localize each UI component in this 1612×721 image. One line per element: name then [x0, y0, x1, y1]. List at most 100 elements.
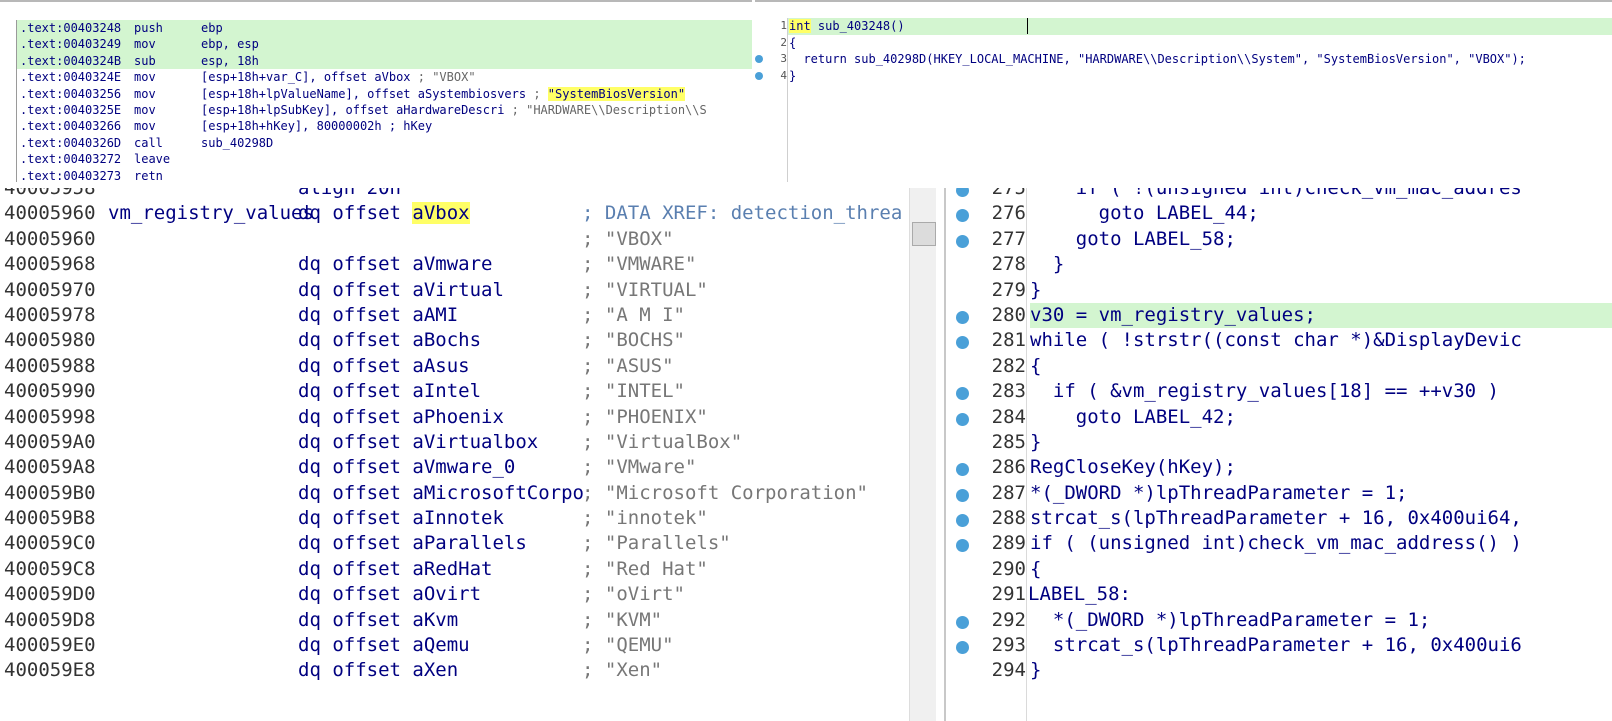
asm-row[interactable]: .text:0040325E mov [esp+18h+lpSubKey], off…: [17, 102, 752, 118]
decompiled-line[interactable]: 276 goto LABEL_44;: [946, 201, 1612, 226]
code-text: }: [789, 68, 797, 83]
data-row[interactable]: 400059E8 dq offset aXen ; "Xen": [0, 658, 940, 683]
disassembly-view[interactable]: .text:00403248 push ebp .text:00403249 mov eb…: [0, 0, 752, 182]
decompiled-line[interactable]: 293 strcat_s(lpThreadParameter + 16, 0x4…: [946, 633, 1612, 658]
asm-operands: [esp+18h+lpSubKey], offset aHardwareDesc…: [201, 102, 707, 117]
asm-row[interactable]: .text:0040324B sub esp, 18h: [17, 52, 752, 70]
decompiled-line[interactable]: 285}: [946, 430, 1612, 455]
data-row[interactable]: 40005988 dq offset aAsus ; "ASUS": [0, 354, 940, 379]
breakpoint-dot[interactable]: [956, 234, 969, 248]
decompiled-listing[interactable]: 275 if ( !(unsigned int)check_vm_mac_add…: [946, 188, 1612, 684]
data-row[interactable]: 400059B0 dq offset aMicrosoftCorpo; "Micr…: [0, 481, 940, 506]
breakpoint-dot[interactable]: [956, 615, 969, 629]
breakpoint-dot[interactable]: [956, 209, 969, 223]
decompiled-line[interactable]: 280 v30 = vm_registry_values;: [946, 302, 1612, 329]
breakpoint-dot[interactable]: [956, 336, 969, 350]
asm-row[interactable]: .text:00403249 mov ebp, esp: [17, 36, 752, 53]
breakpoint-dot[interactable]: [956, 387, 969, 401]
decompiled-line[interactable]: 284 goto LABEL_42;: [946, 405, 1612, 430]
decompiled-line[interactable]: 278 }: [946, 252, 1612, 277]
data-address: 40005958: [4, 188, 96, 199]
line-number: 288: [991, 507, 1026, 530]
breakpoint-dot[interactable]: [956, 641, 969, 655]
pseudocode-line[interactable]: int sub_403248(): [788, 18, 1612, 35]
data-row[interactable]: 40005998 dq offset aPhoenix ; "PHOENIX": [0, 405, 940, 430]
decompiled-line[interactable]: 279}: [946, 278, 1612, 303]
scrollbar-thumb[interactable]: [912, 222, 936, 246]
data-directive: dq offset aBochs: [298, 329, 482, 352]
breakpoint-dot[interactable]: [956, 488, 969, 502]
pseudocode-listing[interactable]: int sub_403248(){ return sub_40298D(HKEY…: [787, 18, 1612, 182]
decompiled-line[interactable]: 290{: [946, 557, 1612, 582]
breakpoint-dot[interactable]: [956, 188, 969, 197]
asm-comment: ; "VBOX": [410, 70, 476, 85]
data-row[interactable]: 40005990 dq offset aIntel ; "INTEL": [0, 379, 940, 404]
decompiled-line[interactable]: 281 while ( !strstr((const char *)&Displa…: [946, 328, 1612, 353]
disassembly-listing[interactable]: .text:00403248 push ebp .text:00403249 mov eb…: [16, 20, 752, 182]
data-row[interactable]: 40005968 dq offset aVmware ; "VMWARE": [0, 252, 940, 277]
decompiled-line[interactable]: 286 RegCloseKey(hKey);: [946, 455, 1612, 480]
data-listing[interactable]: 40005958 align 20h 40005960 vm_registry_val…: [0, 188, 940, 684]
asm-row[interactable]: .text:00403272 leave: [17, 151, 752, 167]
data-directive: dq offset aRedHat: [298, 557, 493, 580]
code-text: if ( (unsigned int)check_vm_mac_address(…: [1030, 532, 1522, 555]
breakpoint-dot[interactable]: [956, 463, 969, 477]
data-row[interactable]: 400059C0 dq offset aParallels ; "Parallels…: [0, 531, 940, 556]
pseudocode-line[interactable]: }: [788, 68, 1612, 85]
decompiled-line[interactable]: 275 if ( !(unsigned int)check_vm_mac_add…: [946, 188, 1612, 201]
decompiled-line[interactable]: 277 goto LABEL_58;: [946, 227, 1612, 252]
line-number: 282: [991, 354, 1026, 377]
decompiled-line[interactable]: 287 *(_DWORD *)lpThreadParameter = 1;: [946, 481, 1612, 506]
pseudocode-line[interactable]: {: [788, 35, 1612, 52]
asm-mnemonic: retn: [134, 168, 163, 182]
data-row[interactable]: 400059A0 dq offset aVirtualbox ; "VirtualB…: [0, 430, 940, 455]
breakpoint-dot[interactable]: [956, 310, 969, 324]
decompiled-line[interactable]: 282{: [946, 354, 1612, 379]
vertical-scrollbar[interactable]: [909, 188, 936, 721]
data-row[interactable]: 400059D8 dq offset aKvm ; "KVM": [0, 608, 940, 633]
decompiled-line[interactable]: 289 if ( (unsigned int)check_vm_mac_addre…: [946, 531, 1612, 556]
data-row[interactable]: 400059E0 dq offset aQemu ; "QEMU": [0, 633, 940, 658]
pseudocode-view[interactable]: 1234 int sub_403248(){ return sub_40298D…: [755, 0, 1612, 182]
data-row[interactable]: 40005980 dq offset aBochs ; "BOCHS": [0, 328, 940, 353]
data-address: 40005988: [4, 354, 96, 377]
data-row[interactable]: 40005970 dq offset aVirtual ; "VIRTUAL": [0, 278, 940, 303]
decompiled-line[interactable]: 288 strcat_s(lpThreadParameter + 16, 0x40…: [946, 506, 1612, 531]
data-address: 40005970: [4, 278, 96, 301]
data-row[interactable]: 40005978 dq offset aAMI ; "A M I": [0, 303, 940, 328]
data-row[interactable]: 400059B8 dq offset aInnotek ; "innotek": [0, 506, 940, 531]
asm-row[interactable]: .text:00403256 mov [esp+18h+lpValueName], …: [17, 86, 752, 102]
decompiled-line[interactable]: 294}: [946, 658, 1612, 683]
asm-mnemonic: call: [134, 135, 163, 150]
asm-address: .text:00403248: [20, 21, 122, 35]
asm-row[interactable]: .text:0040326D call sub_40298D: [17, 135, 752, 151]
decompiled-line[interactable]: 283 if ( &vm_registry_values[18] == ++v3…: [946, 379, 1612, 404]
breakpoint-dot[interactable]: [956, 412, 969, 426]
string-comment: ; "VMware": [582, 456, 697, 479]
line-number: 293: [991, 634, 1026, 657]
breakpoint-dot[interactable]: [956, 514, 969, 528]
string-comment: ; "INTEL": [582, 380, 685, 403]
data-view[interactable]: 40005958 align 20h 40005960 vm_registry_val…: [0, 188, 940, 721]
data-row[interactable]: 400059C8 dq offset aRedHat ; "Red Hat": [0, 557, 940, 582]
breakpoint-dot[interactable]: [755, 71, 763, 80]
string-comment: ; "VirtualBox": [582, 430, 743, 453]
data-address: 40005998: [4, 405, 96, 428]
asm-row[interactable]: .text:0040324E mov [esp+18h+var_C], offset…: [17, 69, 752, 85]
decompiled-line[interactable]: 291 LABEL_58:: [946, 582, 1612, 607]
decompiled-line[interactable]: 292 *(_DWORD *)lpThreadParameter = 1;: [946, 608, 1612, 633]
data-row[interactable]: 40005960 ; "VBOX": [0, 227, 940, 252]
data-address: 40005978: [4, 303, 96, 326]
breakpoint-dot[interactable]: [755, 55, 763, 63]
asm-row[interactable]: .text:00403273 retn: [17, 168, 752, 182]
data-row[interactable]: 400059D0 dq offset aOvirt ; "oVirt": [0, 582, 940, 607]
data-row[interactable]: 40005960 vm_registry_values dq offset aVbo…: [0, 201, 940, 226]
data-row[interactable]: 40005958 align 20h: [0, 188, 940, 201]
xref-target[interactable]: detection_threa: [731, 202, 903, 224]
asm-row[interactable]: .text:00403248 push ebp: [17, 20, 752, 37]
data-row[interactable]: 400059A8 dq offset aVmware_0 ; "VMware": [0, 455, 940, 480]
pseudocode-line[interactable]: return sub_40298D(HKEY_LOCAL_MACHINE, "H…: [788, 51, 1612, 68]
decompiled-view[interactable]: 275 if ( !(unsigned int)check_vm_mac_add…: [944, 188, 1612, 721]
breakpoint-dot[interactable]: [956, 539, 969, 553]
asm-row[interactable]: .text:00403266 mov [esp+18h+hKey], 8000000…: [17, 118, 752, 134]
